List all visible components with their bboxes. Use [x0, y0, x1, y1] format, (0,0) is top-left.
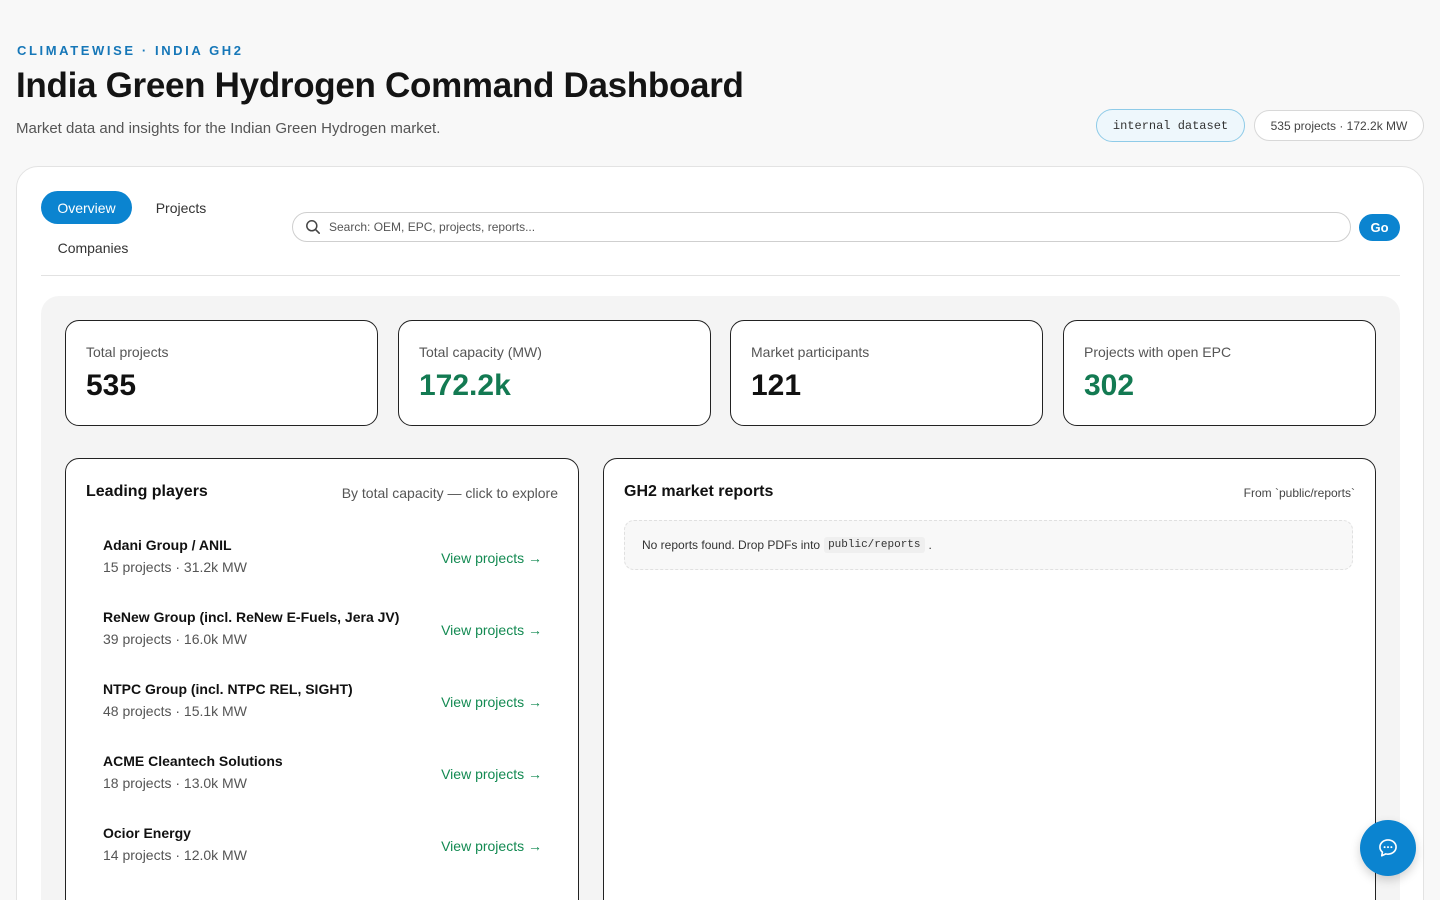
search-input[interactable]	[329, 220, 1350, 234]
kpi-card-market-participants: Market participants 121	[730, 320, 1043, 426]
list-item: ACME Cleantech Solutions 18 projects · 1…	[86, 744, 558, 804]
panel-title: GH2 market reports	[624, 483, 774, 500]
view-projects-link[interactable]: View projects →	[441, 622, 542, 638]
view-projects-link[interactable]: View projects →	[441, 550, 542, 566]
kpi-card-open-epc: Projects with open EPC 302	[1063, 320, 1376, 426]
kpi-label: Total projects	[86, 344, 169, 360]
tab-overview[interactable]: Overview	[41, 191, 132, 224]
view-projects-link[interactable]: View projects →	[441, 766, 542, 782]
eyebrow-label: CLIMATEWISE · INDIA GH2	[17, 43, 244, 58]
list-item: Ocior Energy 14 projects · 12.0k MW View…	[86, 816, 558, 876]
chat-icon	[1377, 837, 1399, 859]
chat-button[interactable]	[1360, 820, 1416, 876]
player-name: Ocior Energy	[103, 825, 191, 841]
player-meta: 18 projects · 13.0k MW	[103, 775, 247, 791]
divider	[41, 275, 1400, 276]
panel-title: Leading players	[86, 483, 208, 500]
panel-hint: By total capacity — click to explore	[341, 485, 558, 501]
list-item: Adani Group / ANIL 15 projects · 31.2k M…	[86, 528, 558, 588]
main-card: Overview Projects Companies Go Total pro…	[16, 166, 1424, 900]
player-meta: 15 projects · 31.2k MW	[103, 559, 247, 575]
reports-path: public/reports	[824, 537, 925, 553]
player-name: Adani Group / ANIL	[103, 537, 232, 553]
empty-suffix: .	[928, 538, 932, 552]
kpi-value: 172.2k	[419, 369, 511, 402]
kpi-value: 121	[751, 369, 802, 402]
player-name: ACME Cleantech Solutions	[103, 753, 283, 769]
page-title: India Green Hydrogen Command Dashboard	[16, 66, 744, 105]
kpi-card-total-capacity: Total capacity (MW) 172.2k	[398, 320, 711, 426]
tab-projects[interactable]: Projects	[143, 191, 219, 224]
kpi-card-total-projects: Total projects 535	[65, 320, 378, 426]
kpi-value: 535	[86, 369, 137, 402]
player-name: ReNew Group (incl. ReNew E-Fuels, Jera J…	[103, 609, 400, 625]
kpi-value: 302	[1084, 369, 1135, 402]
search-icon	[305, 219, 321, 235]
list-item: ReNew Group (incl. ReNew E-Fuels, Jera J…	[86, 600, 558, 660]
panel-hint: From `public/reports`	[1243, 486, 1355, 500]
tab-companies[interactable]: Companies	[45, 231, 141, 264]
view-projects-link[interactable]: View projects →	[441, 838, 542, 854]
market-reports-panel: GH2 market reports From `public/reports`…	[603, 458, 1376, 900]
kpi-label: Projects with open EPC	[1084, 344, 1232, 360]
list-item: NTPC Group (incl. NTPC REL, SIGHT) 48 pr…	[86, 672, 558, 732]
empty-state: No reports found. Drop PDFs into public/…	[624, 520, 1353, 570]
view-projects-link[interactable]: View projects →	[441, 694, 542, 710]
player-meta: 14 projects · 12.0k MW	[103, 847, 247, 863]
player-meta: 48 projects · 15.1k MW	[103, 703, 247, 719]
player-meta: 39 projects · 16.0k MW	[103, 631, 247, 647]
page-subtitle: Market data and insights for the Indian …	[16, 120, 441, 137]
dataset-badge: internal dataset	[1096, 109, 1245, 142]
stats-badge: 535 projects · 172.2k MW	[1254, 110, 1424, 141]
player-name: NTPC Group (incl. NTPC REL, SIGHT)	[103, 681, 353, 697]
overview-panel: Total projects 535 Total capacity (MW) 1…	[41, 296, 1400, 900]
empty-message: No reports found. Drop PDFs into	[642, 538, 821, 552]
leading-players-panel: Leading players By total capacity — clic…	[65, 458, 579, 900]
kpi-label: Market participants	[751, 344, 870, 360]
kpi-label: Total capacity (MW)	[419, 344, 542, 360]
go-button[interactable]: Go	[1359, 214, 1400, 241]
search-bar	[292, 212, 1351, 242]
